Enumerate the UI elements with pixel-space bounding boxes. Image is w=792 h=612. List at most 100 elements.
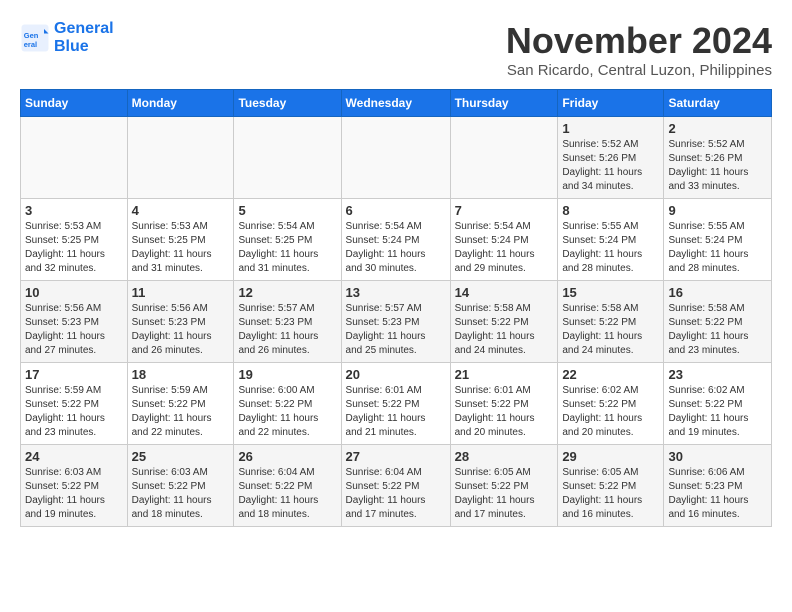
- calendar-header-saturday: Saturday: [664, 90, 772, 117]
- day-number: 15: [562, 285, 659, 300]
- logo-icon: Gen eral: [20, 23, 50, 53]
- day-info: Sunrise: 5:59 AM Sunset: 5:22 PM Dayligh…: [25, 384, 123, 440]
- calendar-header-monday: Monday: [127, 90, 234, 117]
- day-number: 28: [455, 449, 554, 464]
- logo-line2: Blue: [54, 38, 114, 56]
- calendar-header: SundayMondayTuesdayWednesdayThursdayFrid…: [21, 90, 772, 117]
- calendar-cell: [234, 117, 341, 199]
- calendar-cell: [450, 117, 558, 199]
- calendar-header-thursday: Thursday: [450, 90, 558, 117]
- calendar-cell: 23 Sunrise: 6:02 AM Sunset: 5:22 PM Dayli…: [664, 363, 772, 445]
- day-number: 23: [668, 367, 767, 382]
- calendar-cell: 15 Sunrise: 5:58 AM Sunset: 5:22 PM Dayli…: [558, 281, 664, 363]
- day-info: Sunrise: 5:54 AM Sunset: 5:24 PM Dayligh…: [346, 220, 446, 276]
- calendar-cell: 13 Sunrise: 5:57 AM Sunset: 5:23 PM Dayli…: [341, 281, 450, 363]
- day-number: 21: [455, 367, 554, 382]
- calendar-cell: 24 Sunrise: 6:03 AM Sunset: 5:22 PM Dayli…: [21, 445, 128, 527]
- day-number: 12: [238, 285, 336, 300]
- calendar-week-1: 1 Sunrise: 5:52 AM Sunset: 5:26 PM Daylig…: [21, 117, 772, 199]
- day-number: 26: [238, 449, 336, 464]
- calendar-week-3: 10 Sunrise: 5:56 AM Sunset: 5:23 PM Dayli…: [21, 281, 772, 363]
- day-number: 5: [238, 203, 336, 218]
- day-number: 8: [562, 203, 659, 218]
- day-number: 11: [132, 285, 230, 300]
- calendar-cell: 5Sunrise: 5:54 AM Sunset: 5:25 PM Daylig…: [234, 199, 341, 281]
- day-info: Sunrise: 6:05 AM Sunset: 5:22 PM Dayligh…: [455, 466, 554, 522]
- day-number: 30: [668, 449, 767, 464]
- calendar-header-wednesday: Wednesday: [341, 90, 450, 117]
- calendar-cell: 4Sunrise: 5:53 AM Sunset: 5:25 PM Daylig…: [127, 199, 234, 281]
- day-number: 3: [25, 203, 123, 218]
- calendar-header-tuesday: Tuesday: [234, 90, 341, 117]
- location-subtitle: San Ricardo, Central Luzon, Philippines: [506, 62, 772, 79]
- calendar-cell: 26 Sunrise: 6:04 AM Sunset: 5:22 PM Dayli…: [234, 445, 341, 527]
- calendar-week-5: 24 Sunrise: 6:03 AM Sunset: 5:22 PM Dayli…: [21, 445, 772, 527]
- day-number: 2: [668, 121, 767, 136]
- calendar-cell: 7Sunrise: 5:54 AM Sunset: 5:24 PM Daylig…: [450, 199, 558, 281]
- calendar-cell: 20 Sunrise: 6:01 AM Sunset: 5:22 PM Dayli…: [341, 363, 450, 445]
- calendar-cell: 28 Sunrise: 6:05 AM Sunset: 5:22 PM Dayli…: [450, 445, 558, 527]
- day-info: Sunrise: 6:02 AM Sunset: 5:22 PM Dayligh…: [668, 384, 767, 440]
- logo: Gen eral General Blue: [20, 20, 114, 56]
- day-number: 20: [346, 367, 446, 382]
- day-info: Sunrise: 6:06 AM Sunset: 5:23 PM Dayligh…: [668, 466, 767, 522]
- calendar-cell: 22 Sunrise: 6:02 AM Sunset: 5:22 PM Dayli…: [558, 363, 664, 445]
- day-number: 14: [455, 285, 554, 300]
- calendar-cell: 2Sunrise: 5:52 AM Sunset: 5:26 PM Daylig…: [664, 117, 772, 199]
- day-number: 10: [25, 285, 123, 300]
- day-info: Sunrise: 5:57 AM Sunset: 5:23 PM Dayligh…: [238, 302, 336, 358]
- calendar-cell: 8 Sunrise: 5:55 AM Sunset: 5:24 PM Daylig…: [558, 199, 664, 281]
- day-number: 6: [346, 203, 446, 218]
- day-info: Sunrise: 6:02 AM Sunset: 5:22 PM Dayligh…: [562, 384, 659, 440]
- calendar-cell: 9Sunrise: 5:55 AM Sunset: 5:24 PM Daylig…: [664, 199, 772, 281]
- day-info: Sunrise: 5:58 AM Sunset: 5:22 PM Dayligh…: [455, 302, 554, 358]
- calendar-week-2: 3Sunrise: 5:53 AM Sunset: 5:25 PM Daylig…: [21, 199, 772, 281]
- day-number: 1: [562, 121, 659, 136]
- calendar-cell: 30 Sunrise: 6:06 AM Sunset: 5:23 PM Dayli…: [664, 445, 772, 527]
- calendar-cell: 25 Sunrise: 6:03 AM Sunset: 5:22 PM Dayli…: [127, 445, 234, 527]
- calendar-cell: 21Sunrise: 6:01 AM Sunset: 5:22 PM Dayli…: [450, 363, 558, 445]
- day-info: Sunrise: 5:54 AM Sunset: 5:24 PM Dayligh…: [455, 220, 554, 276]
- calendar-cell: 19 Sunrise: 6:00 AM Sunset: 5:22 PM Dayli…: [234, 363, 341, 445]
- calendar-cell: 11 Sunrise: 5:56 AM Sunset: 5:23 PM Dayli…: [127, 281, 234, 363]
- calendar-cell: [21, 117, 128, 199]
- day-number: 24: [25, 449, 123, 464]
- day-number: 4: [132, 203, 230, 218]
- calendar-cell: 29Sunrise: 6:05 AM Sunset: 5:22 PM Dayli…: [558, 445, 664, 527]
- day-info: Sunrise: 6:00 AM Sunset: 5:22 PM Dayligh…: [238, 384, 336, 440]
- calendar-cell: [127, 117, 234, 199]
- day-info: Sunrise: 5:52 AM Sunset: 5:26 PM Dayligh…: [562, 138, 659, 194]
- day-info: Sunrise: 5:55 AM Sunset: 5:24 PM Dayligh…: [562, 220, 659, 276]
- day-info: Sunrise: 5:57 AM Sunset: 5:23 PM Dayligh…: [346, 302, 446, 358]
- day-number: 22: [562, 367, 659, 382]
- calendar-cell: [341, 117, 450, 199]
- day-number: 19: [238, 367, 336, 382]
- calendar-table: SundayMondayTuesdayWednesdayThursdayFrid…: [20, 89, 772, 527]
- day-number: 18: [132, 367, 230, 382]
- calendar-cell: 3Sunrise: 5:53 AM Sunset: 5:25 PM Daylig…: [21, 199, 128, 281]
- day-info: Sunrise: 6:03 AM Sunset: 5:22 PM Dayligh…: [25, 466, 123, 522]
- day-info: Sunrise: 6:01 AM Sunset: 5:22 PM Dayligh…: [346, 384, 446, 440]
- day-info: Sunrise: 6:03 AM Sunset: 5:22 PM Dayligh…: [132, 466, 230, 522]
- calendar-cell: 18 Sunrise: 5:59 AM Sunset: 5:22 PM Dayli…: [127, 363, 234, 445]
- calendar-cell: 10 Sunrise: 5:56 AM Sunset: 5:23 PM Dayli…: [21, 281, 128, 363]
- calendar-cell: 16 Sunrise: 5:58 AM Sunset: 5:22 PM Dayli…: [664, 281, 772, 363]
- month-title: November 2024: [506, 20, 772, 62]
- day-number: 27: [346, 449, 446, 464]
- day-info: Sunrise: 5:58 AM Sunset: 5:22 PM Dayligh…: [668, 302, 767, 358]
- calendar-week-4: 17Sunrise: 5:59 AM Sunset: 5:22 PM Dayli…: [21, 363, 772, 445]
- day-number: 13: [346, 285, 446, 300]
- day-info: Sunrise: 6:04 AM Sunset: 5:22 PM Dayligh…: [238, 466, 336, 522]
- day-number: 25: [132, 449, 230, 464]
- day-info: Sunrise: 5:59 AM Sunset: 5:22 PM Dayligh…: [132, 384, 230, 440]
- day-number: 16: [668, 285, 767, 300]
- day-number: 9: [668, 203, 767, 218]
- day-info: Sunrise: 5:56 AM Sunset: 5:23 PM Dayligh…: [132, 302, 230, 358]
- calendar-cell: 14 Sunrise: 5:58 AM Sunset: 5:22 PM Dayli…: [450, 281, 558, 363]
- logo-line1: General: [54, 20, 114, 38]
- calendar-cell: 12 Sunrise: 5:57 AM Sunset: 5:23 PM Dayli…: [234, 281, 341, 363]
- day-info: Sunrise: 5:56 AM Sunset: 5:23 PM Dayligh…: [25, 302, 123, 358]
- day-info: Sunrise: 5:58 AM Sunset: 5:22 PM Dayligh…: [562, 302, 659, 358]
- page-header: Gen eral General Blue November 2024 San …: [20, 20, 772, 79]
- svg-text:eral: eral: [24, 40, 37, 49]
